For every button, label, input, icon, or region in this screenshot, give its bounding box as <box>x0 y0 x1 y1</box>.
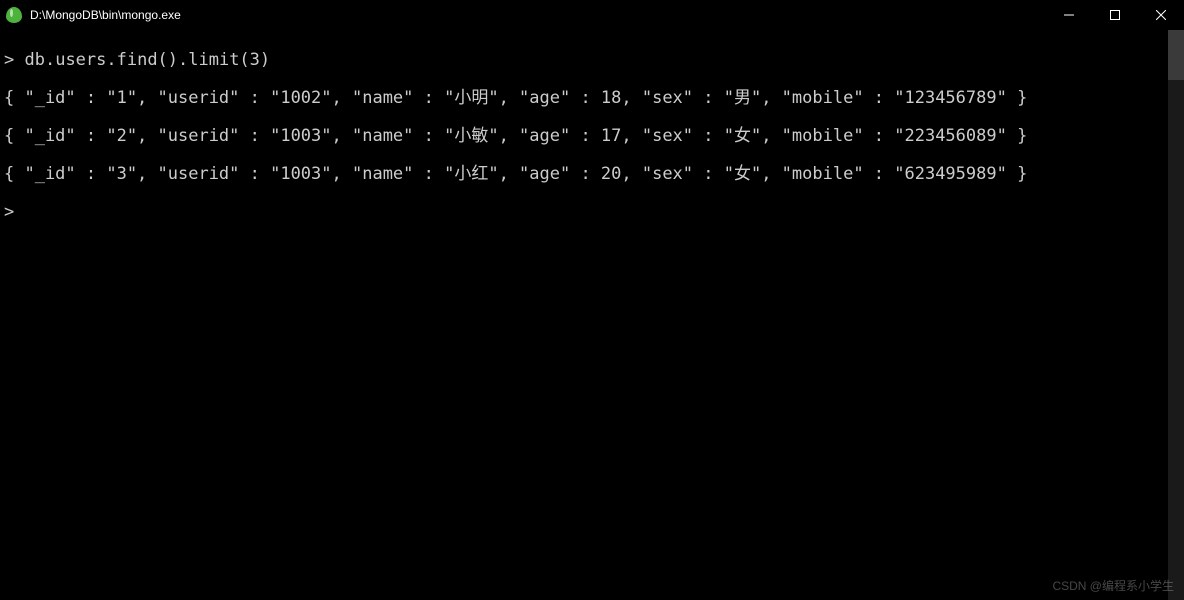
command-line: > db.users.find().limit(3) <box>4 51 1180 70</box>
minimize-icon <box>1064 10 1074 20</box>
output-line: { "_id" : "2", "userid" : "1003", "name"… <box>4 127 1180 146</box>
window-controls <box>1046 0 1184 29</box>
maximize-icon <box>1110 10 1120 20</box>
maximize-button[interactable] <box>1092 0 1138 29</box>
cursor-line: > <box>4 203 1180 222</box>
mongodb-icon <box>6 7 22 23</box>
minimize-button[interactable] <box>1046 0 1092 29</box>
watermark-text: CSDN @编程系小学生 <box>1052 577 1174 594</box>
close-icon <box>1156 10 1166 20</box>
terminal-output[interactable]: > db.users.find().limit(3) { "_id" : "1"… <box>0 30 1184 243</box>
output-line: { "_id" : "1", "userid" : "1002", "name"… <box>4 89 1180 108</box>
vertical-scrollbar[interactable] <box>1168 30 1184 600</box>
command-text: db.users.find().limit(3) <box>25 50 271 70</box>
scrollbar-thumb[interactable] <box>1168 30 1184 80</box>
prompt-char: > <box>4 50 14 70</box>
window-titlebar: D:\MongoDB\bin\mongo.exe <box>0 0 1184 30</box>
window-title: D:\MongoDB\bin\mongo.exe <box>30 8 1046 22</box>
close-button[interactable] <box>1138 0 1184 29</box>
output-line: { "_id" : "3", "userid" : "1003", "name"… <box>4 165 1180 184</box>
